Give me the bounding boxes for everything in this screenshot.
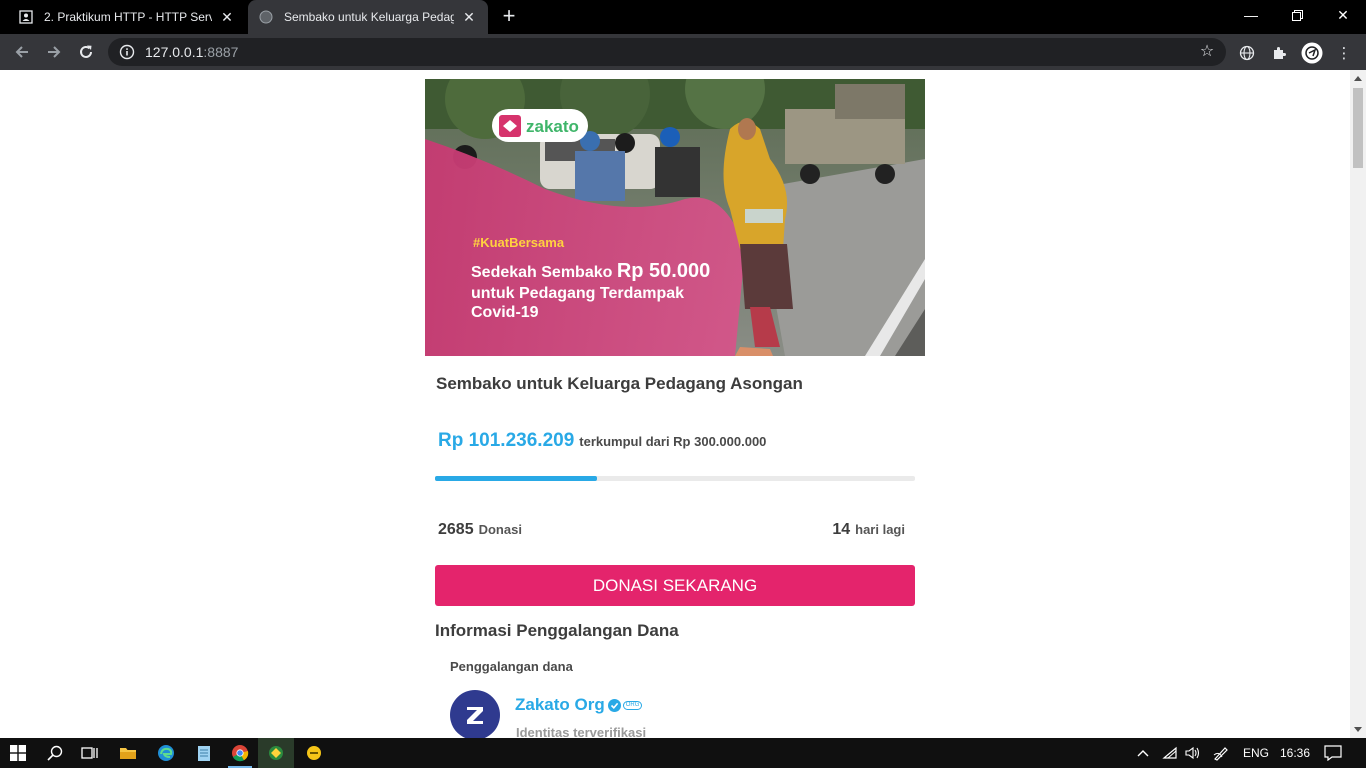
scroll-up-arrow-icon[interactable] xyxy=(1354,76,1362,81)
site-info-icon[interactable] xyxy=(119,44,135,60)
edge-browser-icon[interactable] xyxy=(148,738,184,768)
translate-globe-icon[interactable] xyxy=(1236,42,1258,64)
donate-now-button[interactable]: DONASI SEKARANG xyxy=(435,565,915,606)
close-tab-icon[interactable]: ✕ xyxy=(218,8,236,26)
org-name-row: Zakato Org ORG xyxy=(515,695,643,715)
tab-favicon-icon xyxy=(18,9,34,25)
org-verification-status: Identitas terverifikasi xyxy=(516,725,647,738)
address-bar[interactable]: 127.0.0.1:8887 ☆ xyxy=(108,38,1226,66)
profile-avatar-icon[interactable] xyxy=(1301,42,1323,64)
browser-toolbar: 127.0.0.1:8887 ☆ ⋮ xyxy=(0,34,1366,70)
days-left-label: hari lagi xyxy=(855,522,905,537)
tab-title: Sembako untuk Keluarga Pedagang Asongan xyxy=(284,10,454,24)
org-type-badge: ORG xyxy=(622,700,643,710)
close-window-icon[interactable]: ✕ xyxy=(1320,0,1366,30)
wifi-icon[interactable] xyxy=(1162,738,1178,768)
close-tab-icon[interactable]: ✕ xyxy=(460,8,478,26)
zakato-z-icon xyxy=(467,707,483,724)
banner-line1: Sedekah Sembako Rp 50.000 xyxy=(471,260,710,282)
app-green-icon[interactable] xyxy=(258,738,294,768)
campaign-banner-image: zakato #KuatBersama Sedekah Sembako Rp 5… xyxy=(425,79,925,356)
volume-icon[interactable] xyxy=(1185,738,1201,768)
campaign-title: Sembako untuk Keluarga Pedagang Asongan xyxy=(436,374,803,393)
notifications-icon[interactable] xyxy=(1324,738,1342,768)
reload-icon[interactable] xyxy=(73,39,99,65)
donors-count: 2685 xyxy=(438,521,474,538)
input-language[interactable]: ENG xyxy=(1243,738,1269,768)
page-scrollbar[interactable] xyxy=(1350,70,1366,738)
verified-badge-icon xyxy=(607,698,621,712)
tab-sembako[interactable]: Sembako untuk Keluarga Pedagang Asongan … xyxy=(248,0,488,34)
windows-start-icon[interactable] xyxy=(0,738,36,768)
bookmark-star-icon[interactable]: ☆ xyxy=(1198,43,1216,61)
days-left-count: 14 xyxy=(832,521,851,538)
donors-count-block: 2685 Donasi xyxy=(438,521,522,539)
search-icon[interactable] xyxy=(37,738,73,768)
fundraiser-label: Penggalangan dana xyxy=(450,659,573,674)
scrollbar-thumb[interactable] xyxy=(1353,88,1363,168)
donors-label: Donasi xyxy=(478,522,522,537)
back-icon[interactable] xyxy=(9,39,35,65)
collected-summary: Rp 101.236.209 terkumpul dari Rp 300.000… xyxy=(438,430,766,452)
notepad-icon[interactable] xyxy=(186,738,222,768)
chrome-taskbar-icon[interactable] xyxy=(222,738,258,768)
file-explorer-icon[interactable] xyxy=(110,738,146,768)
banner-hashtag: #KuatBersama xyxy=(473,235,565,250)
page-content: zakato #KuatBersama Sedekah Sembako Rp 5… xyxy=(0,70,1350,738)
donation-progress-bar xyxy=(435,476,915,481)
tab-title: 2. Praktikum HTTP - HTTP Server xyxy=(44,10,212,24)
new-tab-button[interactable]: + xyxy=(498,5,520,28)
forward-icon[interactable] xyxy=(41,39,67,65)
collected-target-text: terkumpul dari Rp 300.000.000 xyxy=(579,434,767,449)
show-hidden-icons-chevron-icon[interactable] xyxy=(1137,738,1149,768)
pen-workspace-icon[interactable] xyxy=(1213,738,1231,768)
banner-line2: untuk Pedagang Terdampak xyxy=(471,285,684,302)
org-name[interactable]: Zakato Org xyxy=(515,695,605,715)
minimize-icon[interactable]: — xyxy=(1228,0,1274,30)
tab-praktikum-http[interactable]: 2. Praktikum HTTP - HTTP Server ✕ xyxy=(8,0,246,34)
browser-menu-icon[interactable]: ⋮ xyxy=(1333,42,1355,64)
collected-amount: Rp 101.236.209 xyxy=(438,430,575,451)
app-yellow-icon[interactable] xyxy=(296,738,332,768)
windows-taskbar: ENG 16:36 xyxy=(0,738,1366,768)
fundraiser-section-title: Informasi Penggalangan Dana xyxy=(435,621,679,640)
org-avatar[interactable] xyxy=(450,690,500,738)
task-view-icon[interactable] xyxy=(72,738,108,768)
donation-progress-fill xyxy=(435,476,597,481)
clock-time[interactable]: 16:36 xyxy=(1280,738,1310,768)
banner-brand: zakato xyxy=(526,117,579,136)
tab-strip: 2. Praktikum HTTP - HTTP Server ✕ Sembak… xyxy=(0,0,1366,34)
globe-icon xyxy=(258,9,274,25)
scroll-down-arrow-icon[interactable] xyxy=(1354,727,1362,732)
url-text: 127.0.0.1:8887 xyxy=(145,44,239,60)
restore-icon[interactable] xyxy=(1274,0,1320,30)
days-left-block: 14 hari lagi xyxy=(832,521,905,539)
banner-line3: Covid-19 xyxy=(471,304,539,321)
extensions-puzzle-icon[interactable] xyxy=(1268,42,1290,64)
